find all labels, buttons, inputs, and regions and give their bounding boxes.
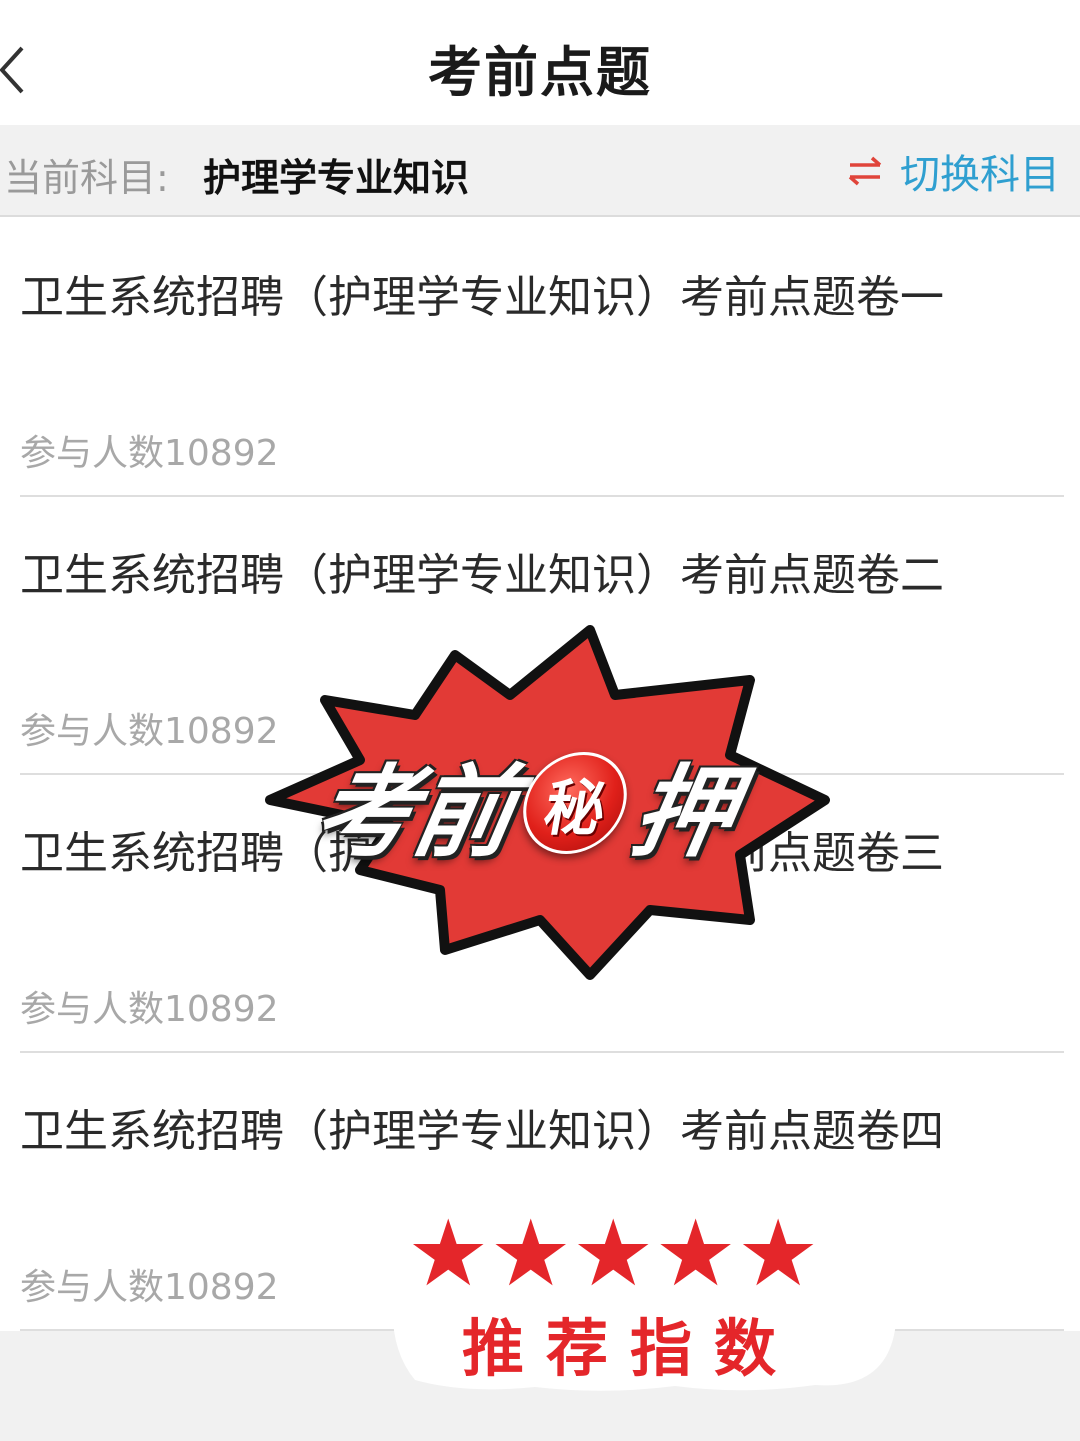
nav-header: 考前点题	[0, 0, 1080, 125]
rating-stars: ★★★★★	[407, 1200, 820, 1307]
subject-label: 当前科目:	[4, 156, 169, 200]
stamp-text: 考前 秘 押	[306, 738, 746, 871]
page-title: 考前点题	[428, 41, 652, 104]
participant-count: 参与人数10892	[20, 1267, 279, 1308]
recommendation-card: ★★★★★ 推荐指数	[385, 1190, 905, 1395]
swap-arrows-icon	[848, 156, 882, 186]
secret-seal-badge: 秘	[515, 752, 635, 854]
app-screen: 考前点题 当前科目: 护理学专业知识 切换科目 卫生系统招聘（护理学专业知识）考…	[0, 0, 1080, 1441]
list-item[interactable]: 卫生系统招聘（护理学专业知识）考前点题卷一 参与人数10892	[20, 219, 1064, 497]
subject-value: 护理学专业知识	[203, 156, 470, 200]
paper-title: 卫生系统招聘（护理学专业知识）考前点题卷一	[20, 272, 944, 323]
switch-subject-label: 切换科目	[900, 152, 1060, 198]
rating-label: 推荐指数	[461, 1312, 798, 1385]
stamp-text-part: 考前	[306, 753, 523, 871]
participant-count: 参与人数10892	[20, 433, 279, 474]
subject-bar: 当前科目: 护理学专业知识 切换科目	[0, 125, 1080, 217]
paper-title: 卫生系统招聘（护理学专业知识）考前点题卷四	[20, 1106, 944, 1157]
paper-title: 卫生系统招聘（护理学专业知识）考前点题卷二	[20, 550, 944, 601]
switch-subject-button[interactable]: 切换科目	[848, 145, 1060, 198]
